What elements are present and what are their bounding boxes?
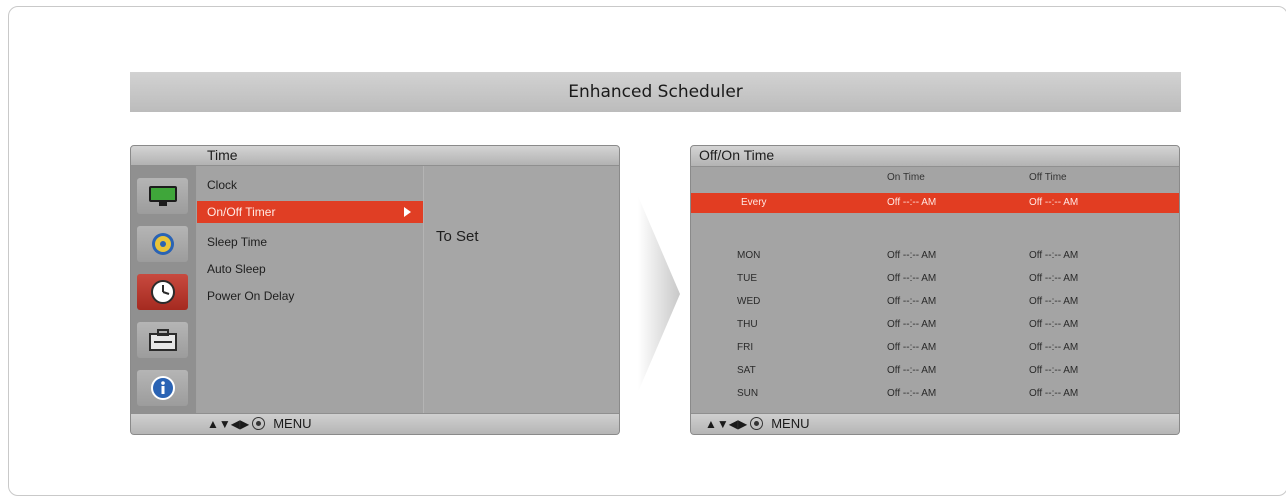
on-time-value[interactable]: Off --:-- AM — [887, 365, 936, 376]
day-label: FRI — [737, 342, 754, 353]
menu-item-power-on-delay[interactable]: Power On Delay — [207, 285, 294, 307]
day-row-wed[interactable]: WED Off --:-- AM Off --:-- AM — [691, 293, 1179, 311]
schedule-title-bar: Off/On Time — [691, 146, 1179, 167]
category-icon-column — [131, 166, 196, 416]
day-label: MON — [737, 250, 761, 261]
day-row-thu[interactable]: THU Off --:-- AM Off --:-- AM — [691, 316, 1179, 334]
day-row-sat[interactable]: SAT Off --:-- AM Off --:-- AM — [691, 362, 1179, 380]
info-icon — [150, 376, 175, 400]
day-row-mon[interactable]: MON Off --:-- AM Off --:-- AM — [691, 247, 1179, 265]
on-time-header: On Time — [887, 172, 925, 183]
day-label: Every — [741, 197, 767, 208]
off-time-value[interactable]: Off --:-- AM — [1029, 273, 1078, 284]
on-time-value[interactable]: Off --:-- AM — [887, 273, 936, 284]
disc-icon — [151, 233, 174, 255]
ok-button-icon — [750, 417, 764, 430]
menu-item-clock[interactable]: Clock — [207, 174, 237, 196]
off-time-value[interactable]: Off --:-- AM — [1029, 342, 1078, 353]
info-category-button[interactable] — [137, 370, 188, 406]
sound-category-button[interactable] — [137, 226, 188, 262]
to-set-option[interactable]: To Set — [436, 228, 479, 245]
off-time-value[interactable]: Off --:-- AM — [1029, 365, 1078, 376]
on-time-value[interactable]: Off --:-- AM — [887, 250, 936, 261]
menu-item-auto-sleep[interactable]: Auto Sleep — [207, 258, 266, 280]
clock-icon — [150, 280, 175, 304]
schedule-footer: ▲▼◀▶ MENU — [691, 413, 1179, 434]
off-time-value[interactable]: Off --:-- AM — [1029, 319, 1078, 330]
day-label: SAT — [737, 365, 756, 376]
off-time-header: Off Time — [1029, 172, 1067, 183]
on-time-value[interactable]: Off --:-- AM — [887, 342, 936, 353]
time-category-button[interactable] — [137, 274, 188, 310]
off-time-value[interactable]: Off --:-- AM — [1029, 250, 1078, 261]
osd-footer: ▲▼◀▶ MENU — [131, 413, 619, 434]
off-on-time-osd: Off/On Time On Time Off Time Every Off -… — [690, 145, 1180, 435]
picture-category-button[interactable] — [137, 178, 188, 214]
on-time-value[interactable]: Off --:-- AM — [887, 388, 936, 399]
day-label: WED — [737, 296, 761, 307]
day-label: THU — [737, 319, 758, 330]
osd-title: Time — [207, 147, 238, 163]
off-time-value[interactable]: Off --:-- AM — [1029, 388, 1078, 399]
on-time-value[interactable]: Off --:-- AM — [887, 296, 936, 307]
menu-label: MENU — [273, 416, 312, 431]
off-time-value[interactable]: Off --:-- AM — [1029, 197, 1078, 208]
nav-arrows-icon: ▲▼◀▶ — [705, 416, 748, 431]
menu-label: MENU — [771, 416, 810, 431]
time-menu-osd: Time Clock On/Off Timer Sleep Time Auto … — [130, 145, 620, 435]
menu-item-sleep-time[interactable]: Sleep Time — [207, 231, 267, 253]
submenu-panel: To Set — [423, 166, 619, 416]
every-day-row[interactable]: Every Off --:-- AM Off --:-- AM — [691, 193, 1179, 213]
osd-title-bar: Time — [131, 146, 619, 166]
day-row-sun[interactable]: SUN Off --:-- AM Off --:-- AM — [691, 385, 1179, 403]
menu-item-on-off-timer[interactable]: On/Off Timer — [197, 201, 423, 223]
day-label: SUN — [737, 388, 759, 399]
ok-button-icon — [252, 417, 266, 430]
monitor-icon — [148, 186, 177, 206]
day-row-fri[interactable]: FRI Off --:-- AM Off --:-- AM — [691, 339, 1179, 357]
day-row-tue[interactable]: TUE Off --:-- AM Off --:-- AM — [691, 270, 1179, 288]
schedule-title: Off/On Time — [699, 147, 775, 163]
on-time-value[interactable]: Off --:-- AM — [887, 197, 936, 208]
banner-title: Enhanced Scheduler — [130, 72, 1181, 112]
on-time-value[interactable]: Off --:-- AM — [887, 319, 936, 330]
time-menu-list: Clock On/Off Timer Sleep Time Auto Sleep… — [197, 166, 423, 416]
toolbox-icon — [148, 329, 177, 351]
submenu-arrow-icon — [404, 207, 411, 217]
nav-arrows-icon: ▲▼◀▶ — [207, 416, 250, 431]
off-time-value[interactable]: Off --:-- AM — [1029, 296, 1078, 307]
transition-arrow-icon — [638, 196, 680, 392]
day-label: TUE — [737, 273, 757, 284]
option-category-button[interactable] — [137, 322, 188, 358]
